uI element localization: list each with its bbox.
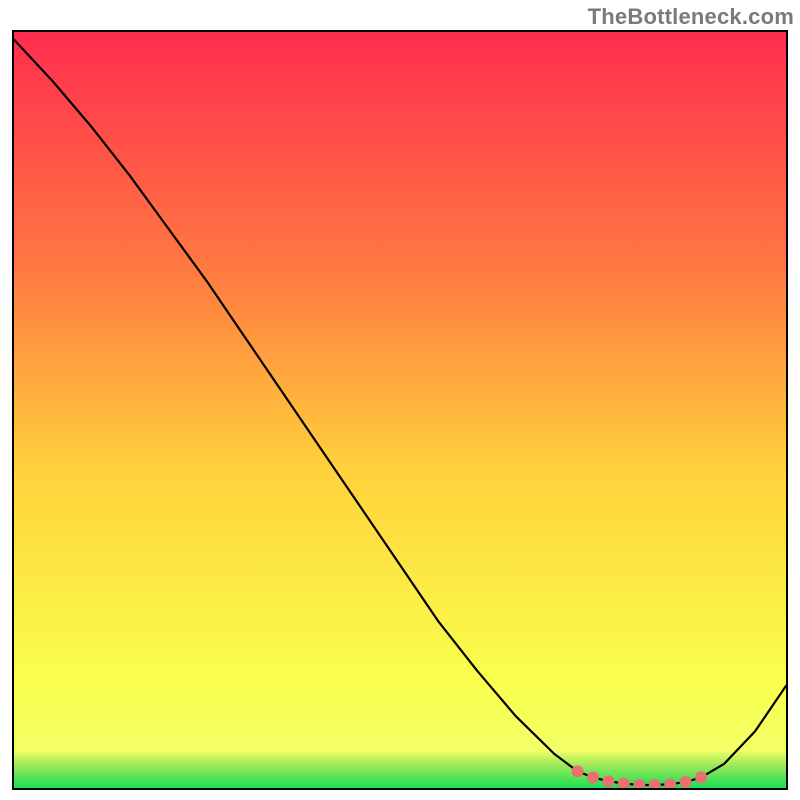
optimal-point-dot — [602, 775, 614, 787]
optimal-point-dot — [572, 765, 584, 777]
optimal-point-dot — [680, 776, 692, 788]
optimal-point-dot — [695, 771, 707, 783]
chart-container: TheBottleneck.com — [0, 0, 800, 800]
optimal-point-dot — [618, 777, 630, 789]
chart-svg — [12, 30, 788, 790]
chart-plot — [12, 30, 788, 790]
watermark: TheBottleneck.com — [588, 4, 794, 30]
optimal-point-dot — [587, 771, 599, 783]
